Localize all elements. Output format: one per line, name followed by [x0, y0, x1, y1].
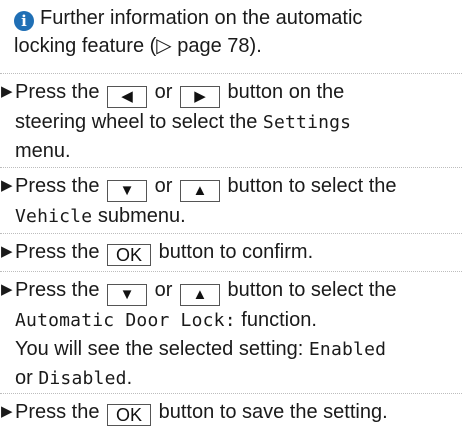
info-text-line2-suffix: page 78).: [171, 35, 262, 57]
or-text: or: [154, 81, 173, 103]
page-reference-icon: ▷: [156, 35, 172, 57]
press-text: Press the: [15, 279, 100, 301]
up-arrow-key: ▲: [179, 284, 220, 306]
or-word: or: [15, 367, 39, 389]
step-bullet-icon: ▶: [1, 83, 13, 100]
step-bullet-icon: ▶: [1, 177, 13, 194]
press-text: Press the: [15, 81, 100, 103]
step-text: Press the ◀ or ▶ button on the steering …: [15, 78, 462, 165]
step-line3: menu.: [15, 140, 71, 162]
step-text: Press the ▼ or ▲ button to select the Au…: [15, 276, 462, 393]
manual-page: i Further information on the automatic lo…: [0, 0, 462, 430]
after-keys-text: button to select the: [227, 279, 397, 301]
vehicle-submenu-name: Vehicle: [15, 206, 93, 227]
step-bullet-icon: ▶: [1, 281, 13, 298]
step-text: Press the OK button to save the setting.: [15, 398, 462, 426]
info-text-line2-prefix: locking feature (: [14, 35, 157, 57]
divider: [0, 393, 462, 394]
down-arrow-key: ▼: [107, 180, 148, 202]
press-text: Press the: [15, 241, 100, 263]
after-keys-text: button to select the: [227, 175, 397, 197]
ok-key: OK: [107, 404, 152, 426]
see-setting-text: You will see the selected setting:: [15, 338, 309, 360]
step-text: Press the OK button to confirm.: [15, 238, 462, 266]
divider: [0, 233, 462, 234]
divider: [0, 167, 462, 168]
function-suffix: function.: [235, 309, 317, 331]
or-text: or: [154, 279, 173, 301]
press-text: Press the: [15, 401, 100, 423]
info-icon: i: [14, 11, 34, 31]
door-lock-function-name: Automatic Door Lock:: [15, 310, 236, 331]
info-note: i Further information on the automatic lo…: [14, 4, 454, 60]
step-bullet-icon: ▶: [1, 243, 13, 260]
after-text: button to save the setting.: [158, 401, 388, 423]
step-bullet-icon: ▶: [1, 403, 13, 420]
divider: [0, 271, 462, 272]
setting-disabled: Disabled: [38, 368, 127, 389]
submenu-suffix: submenu.: [92, 205, 186, 227]
left-arrow-key: ◀: [107, 86, 148, 108]
step-text: Press the ▼ or ▲ button to select the Ve…: [15, 172, 462, 231]
settings-menu-name: Settings: [262, 112, 352, 133]
press-text: Press the: [15, 175, 100, 197]
down-arrow-key: ▼: [107, 284, 148, 306]
info-text-line1: Further information on the automatic: [40, 7, 363, 29]
right-arrow-key: ▶: [179, 86, 220, 108]
setting-enabled: Enabled: [308, 339, 387, 360]
period-text: .: [126, 367, 133, 389]
ok-key: OK: [107, 244, 152, 266]
divider: [0, 73, 462, 74]
or-text: or: [154, 175, 173, 197]
after-keys-text: button on the: [227, 81, 345, 103]
step-line2: steering wheel to select the: [15, 111, 263, 133]
after-text: button to confirm.: [158, 241, 314, 263]
up-arrow-key: ▲: [179, 180, 220, 202]
